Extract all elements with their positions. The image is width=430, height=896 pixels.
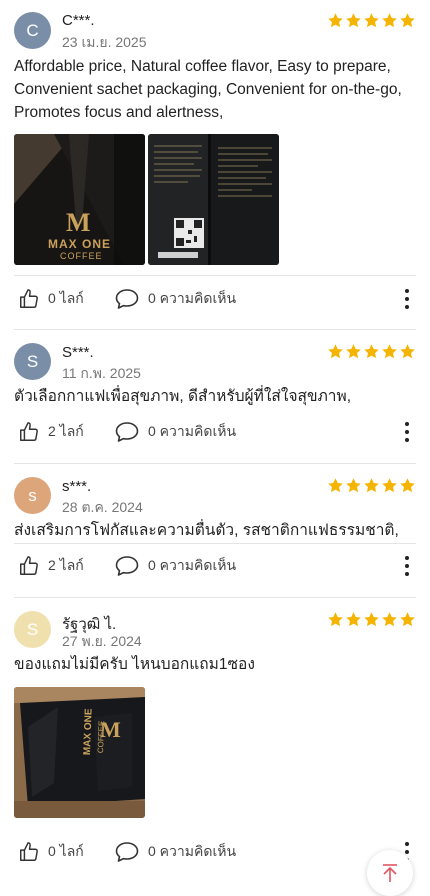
star-rating [327, 477, 416, 494]
divider [14, 329, 416, 330]
product-brand-line2: COFFEE [60, 251, 103, 261]
product-box-back-image [148, 134, 279, 265]
star-icon [382, 344, 397, 359]
review-text: ส่งเสริมการโฟกัสและความตื่นตัว, รสชาติกา… [14, 522, 399, 539]
star-icon [328, 344, 343, 359]
star-icon [328, 13, 343, 28]
like-button[interactable]: 0 ไลก์ [18, 286, 84, 312]
star-icon [382, 478, 397, 493]
review-text: ของแถมไม่มีครับ ไหนบอกแถม1ซอง [14, 656, 255, 673]
thumbs-up-icon [20, 556, 38, 575]
avatar-letter: S [26, 619, 39, 639]
avatar: s [14, 477, 51, 514]
review-actions: 0 ไลก์ 0 ความคิดเห็น [14, 839, 416, 865]
star-icon [346, 612, 361, 627]
review-card: C C***. 23 เม.ย. 2025 Affordable price, … [14, 10, 416, 320]
comment-count: 0 ความคิดเห็น [148, 423, 237, 439]
like-button[interactable]: 2 ไลก์ [18, 553, 84, 579]
like-count: 0 ไลก์ [48, 843, 84, 859]
review-text: Affordable price, Natural coffee flavor,… [14, 58, 402, 121]
avatar-letter: C [26, 20, 39, 40]
star-icon [382, 612, 397, 627]
divider [14, 597, 416, 598]
divider [14, 463, 416, 464]
reviewer-name: s***. [62, 478, 92, 495]
comment-count: 0 ความคิดเห็น [148, 290, 237, 306]
review-card: S S***. 11 ก.พ. 2025 ตัวเลือกกาแฟเพื่อสุ… [14, 343, 416, 453]
review-date: 23 เม.ย. 2025 [62, 34, 147, 50]
comment-button[interactable]: 0 ความคิดเห็น [114, 839, 236, 865]
review-date: 11 ก.พ. 2025 [62, 365, 141, 381]
speech-bubble-icon [115, 422, 139, 442]
like-count: 0 ไลก์ [48, 290, 84, 306]
review-date: 27 พ.ย. 2024 [62, 633, 142, 649]
product-brand-line2: COFFEE [96, 720, 107, 754]
reviewer-name: C***. [62, 12, 95, 29]
review-actions: 2 ไลก์ 0 ความคิดเห็น [14, 553, 416, 579]
vertical-ellipsis-icon[interactable] [404, 555, 410, 577]
review-card: S รัฐวุฒิ ไ. 27 พ.ย. 2024 ของแถมไม่มีครั… [14, 611, 416, 881]
review-actions: 2 ไลก์ 0 ความคิดเห็น [14, 419, 416, 445]
speech-bubble-icon [115, 842, 139, 862]
thumbs-up-icon [20, 422, 38, 441]
thumbs-up-icon [20, 289, 38, 308]
like-count: 2 ไลก์ [48, 557, 84, 573]
review-photo[interactable] [148, 134, 279, 265]
star-icon [346, 13, 361, 28]
comment-button[interactable]: 0 ความคิดเห็น [114, 419, 236, 445]
product-brand-line1: MAX ONE [48, 237, 112, 251]
thumbs-up-icon [20, 842, 38, 861]
review-photo[interactable]: M MAX ONE COFFEE [14, 134, 145, 265]
star-icon [400, 344, 415, 359]
review-photo[interactable]: M MAX ONE COFFEE [14, 687, 145, 818]
comment-count: 0 ความคิดเห็น [148, 843, 237, 859]
avatar: S [14, 343, 51, 380]
divider [14, 543, 416, 544]
product-logo: M [66, 208, 91, 237]
star-rating [327, 343, 416, 360]
like-button[interactable]: 0 ไลก์ [18, 839, 84, 865]
star-icon [328, 478, 343, 493]
avatar-letter: S [26, 351, 39, 371]
review-text: ตัวเลือกกาแฟเพื่อสุขภาพ, ดีสำหรับผู้ที่ใ… [14, 388, 352, 405]
comment-count: 0 ความคิดเห็น [148, 557, 237, 573]
review-date: 28 ต.ค. 2024 [62, 499, 143, 515]
star-icon [328, 612, 343, 627]
star-icon [346, 344, 361, 359]
speech-bubble-icon [115, 289, 139, 309]
star-rating [327, 12, 416, 29]
like-count: 2 ไลก์ [48, 423, 84, 439]
star-icon [346, 478, 361, 493]
vertical-ellipsis-icon[interactable] [404, 288, 410, 310]
comment-button[interactable]: 0 ความคิดเห็น [114, 553, 236, 579]
divider [14, 275, 416, 276]
avatar: S [14, 611, 51, 648]
avatar: C [14, 12, 51, 49]
avatar-letter: s [28, 485, 37, 505]
star-icon [364, 612, 379, 627]
star-rating [327, 611, 416, 628]
star-icon [364, 13, 379, 28]
review-actions: 0 ไลก์ 0 ความคิดเห็น [14, 286, 416, 312]
scroll-to-top-button[interactable] [367, 850, 413, 896]
star-icon [364, 344, 379, 359]
star-icon [400, 13, 415, 28]
star-icon [364, 478, 379, 493]
star-icon [400, 478, 415, 493]
vertical-ellipsis-icon[interactable] [404, 421, 410, 443]
comment-button[interactable]: 0 ความคิดเห็น [114, 286, 236, 312]
product-box-image [14, 687, 145, 818]
star-icon [382, 13, 397, 28]
product-brand-line1: MAX ONE [82, 708, 95, 756]
speech-bubble-icon [115, 556, 139, 576]
review-card: s s***. 28 ต.ค. 2024 ส่งเสริมการโฟกัสและ… [14, 477, 416, 587]
arrow-to-top-icon [383, 864, 397, 882]
reviewer-name: S***. [62, 344, 94, 361]
star-icon [400, 612, 415, 627]
like-button[interactable]: 2 ไลก์ [18, 419, 84, 445]
